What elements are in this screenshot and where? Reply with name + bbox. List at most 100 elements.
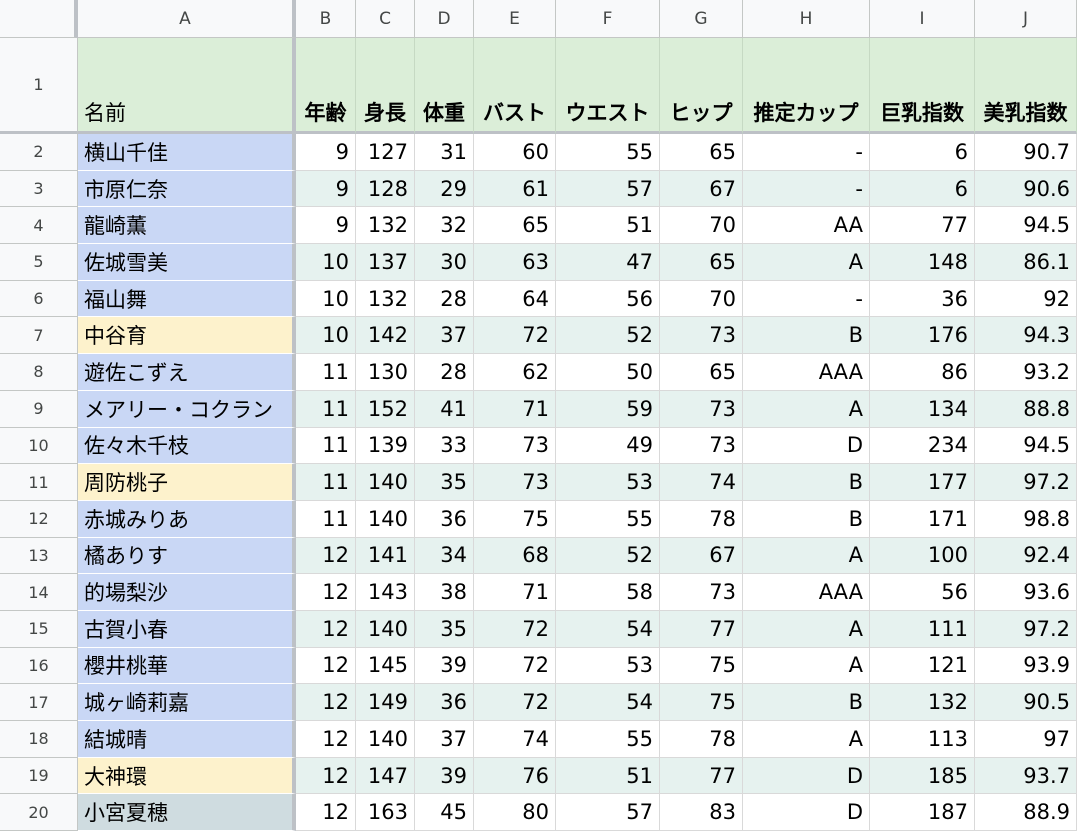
data-cell[interactable]: 73 (474, 427, 556, 465)
data-cell[interactable]: 10 (296, 317, 356, 355)
data-cell[interactable]: 163 (356, 794, 415, 832)
data-cell[interactable]: 72 (474, 610, 556, 648)
data-cell[interactable]: AA (743, 207, 870, 245)
header-cell-hip[interactable]: ヒップ (660, 38, 743, 134)
column-header-d[interactable]: D (415, 0, 474, 38)
data-cell[interactable]: 143 (356, 574, 415, 611)
name-cell[interactable]: 佐城雪美 (78, 244, 296, 281)
data-cell[interactable]: 62 (474, 354, 556, 391)
data-cell[interactable]: 73 (474, 464, 556, 501)
data-cell[interactable]: 132 (870, 684, 975, 721)
data-cell[interactable]: 171 (870, 500, 975, 538)
data-cell[interactable]: 88.8 (975, 390, 1077, 428)
row-header[interactable]: 11 (0, 464, 78, 501)
data-cell[interactable]: 12 (296, 610, 356, 648)
data-cell[interactable]: 30 (415, 244, 474, 281)
name-cell[interactable]: 遊佐こずえ (78, 354, 296, 391)
data-cell[interactable]: 61 (474, 170, 556, 208)
row-header[interactable]: 17 (0, 684, 78, 721)
data-cell[interactable]: 68 (474, 537, 556, 575)
data-cell[interactable]: 97.2 (975, 464, 1077, 501)
data-cell[interactable]: 140 (356, 610, 415, 648)
data-cell[interactable]: 140 (356, 500, 415, 538)
data-cell[interactable]: 11 (296, 427, 356, 465)
data-cell[interactable]: 94.5 (975, 207, 1077, 245)
column-header-b[interactable]: B (296, 0, 356, 38)
data-cell[interactable]: A (743, 610, 870, 648)
data-cell[interactable]: 74 (660, 464, 743, 501)
data-cell[interactable]: 93.7 (975, 757, 1077, 795)
name-cell[interactable]: 古賀小春 (78, 610, 296, 648)
row-header[interactable]: 6 (0, 280, 78, 318)
data-cell[interactable]: D (743, 794, 870, 832)
data-cell[interactable]: 41 (415, 390, 474, 428)
data-cell[interactable]: 77 (660, 757, 743, 795)
data-cell[interactable]: - (743, 134, 870, 171)
data-cell[interactable]: 134 (870, 390, 975, 428)
data-cell[interactable]: 90.7 (975, 134, 1077, 171)
data-cell[interactable]: 67 (660, 170, 743, 208)
name-cell[interactable]: 中谷育 (78, 317, 296, 355)
data-cell[interactable]: 93.9 (975, 647, 1077, 685)
header-cell-cup[interactable]: 推定カップ (743, 38, 870, 134)
data-cell[interactable]: 93.2 (975, 354, 1077, 391)
data-cell[interactable]: D (743, 757, 870, 795)
row-header[interactable]: 12 (0, 500, 78, 538)
header-cell-age[interactable]: 年齢 (296, 38, 356, 134)
data-cell[interactable]: 234 (870, 427, 975, 465)
data-cell[interactable]: 53 (556, 647, 660, 685)
data-cell[interactable]: 32 (415, 207, 474, 245)
data-cell[interactable]: 92 (975, 280, 1077, 318)
data-cell[interactable]: 92.4 (975, 537, 1077, 575)
data-cell[interactable]: B (743, 464, 870, 501)
data-cell[interactable]: 36 (415, 684, 474, 721)
data-cell[interactable]: 176 (870, 317, 975, 355)
data-cell[interactable]: 11 (296, 390, 356, 428)
row-header[interactable]: 10 (0, 427, 78, 465)
data-cell[interactable]: 185 (870, 757, 975, 795)
data-cell[interactable]: 97 (975, 721, 1077, 758)
data-cell[interactable]: 145 (356, 647, 415, 685)
data-cell[interactable]: 28 (415, 280, 474, 318)
data-cell[interactable]: 50 (556, 354, 660, 391)
data-cell[interactable]: 34 (415, 537, 474, 575)
data-cell[interactable]: 94.3 (975, 317, 1077, 355)
name-cell[interactable]: 城ヶ崎莉嘉 (78, 684, 296, 721)
data-cell[interactable]: - (743, 170, 870, 208)
name-cell[interactable]: 市原仁奈 (78, 170, 296, 208)
data-cell[interactable]: 128 (356, 170, 415, 208)
row-header[interactable]: 13 (0, 537, 78, 575)
column-header-f[interactable]: F (556, 0, 660, 38)
data-cell[interactable]: 51 (556, 757, 660, 795)
data-cell[interactable]: 12 (296, 574, 356, 611)
data-cell[interactable]: 55 (556, 500, 660, 538)
data-cell[interactable]: 11 (296, 500, 356, 538)
header-cell-weight[interactable]: 体重 (415, 38, 474, 134)
header-cell-large-index[interactable]: 巨乳指数 (870, 38, 975, 134)
data-cell[interactable]: 90.5 (975, 684, 1077, 721)
data-cell[interactable]: 88.9 (975, 794, 1077, 832)
data-cell[interactable]: 94.5 (975, 427, 1077, 465)
data-cell[interactable]: 71 (474, 574, 556, 611)
data-cell[interactable]: 33 (415, 427, 474, 465)
data-cell[interactable]: 71 (474, 390, 556, 428)
row-header[interactable]: 7 (0, 317, 78, 355)
row-header[interactable]: 15 (0, 610, 78, 648)
name-cell[interactable]: 福山舞 (78, 280, 296, 318)
data-cell[interactable]: 65 (660, 134, 743, 171)
data-cell[interactable]: 111 (870, 610, 975, 648)
data-cell[interactable]: 73 (660, 390, 743, 428)
data-cell[interactable]: 77 (870, 207, 975, 245)
data-cell[interactable]: 83 (660, 794, 743, 832)
data-cell[interactable]: 75 (660, 647, 743, 685)
data-cell[interactable]: 6 (870, 170, 975, 208)
data-cell[interactable]: 35 (415, 464, 474, 501)
name-cell[interactable]: 横山千佳 (78, 134, 296, 171)
name-cell[interactable]: 大神環 (78, 757, 296, 795)
data-cell[interactable]: 58 (556, 574, 660, 611)
data-cell[interactable]: AAA (743, 574, 870, 611)
data-cell[interactable]: 70 (660, 207, 743, 245)
data-cell[interactable]: 86 (870, 354, 975, 391)
column-header-c[interactable]: C (356, 0, 415, 38)
data-cell[interactable]: 56 (870, 574, 975, 611)
